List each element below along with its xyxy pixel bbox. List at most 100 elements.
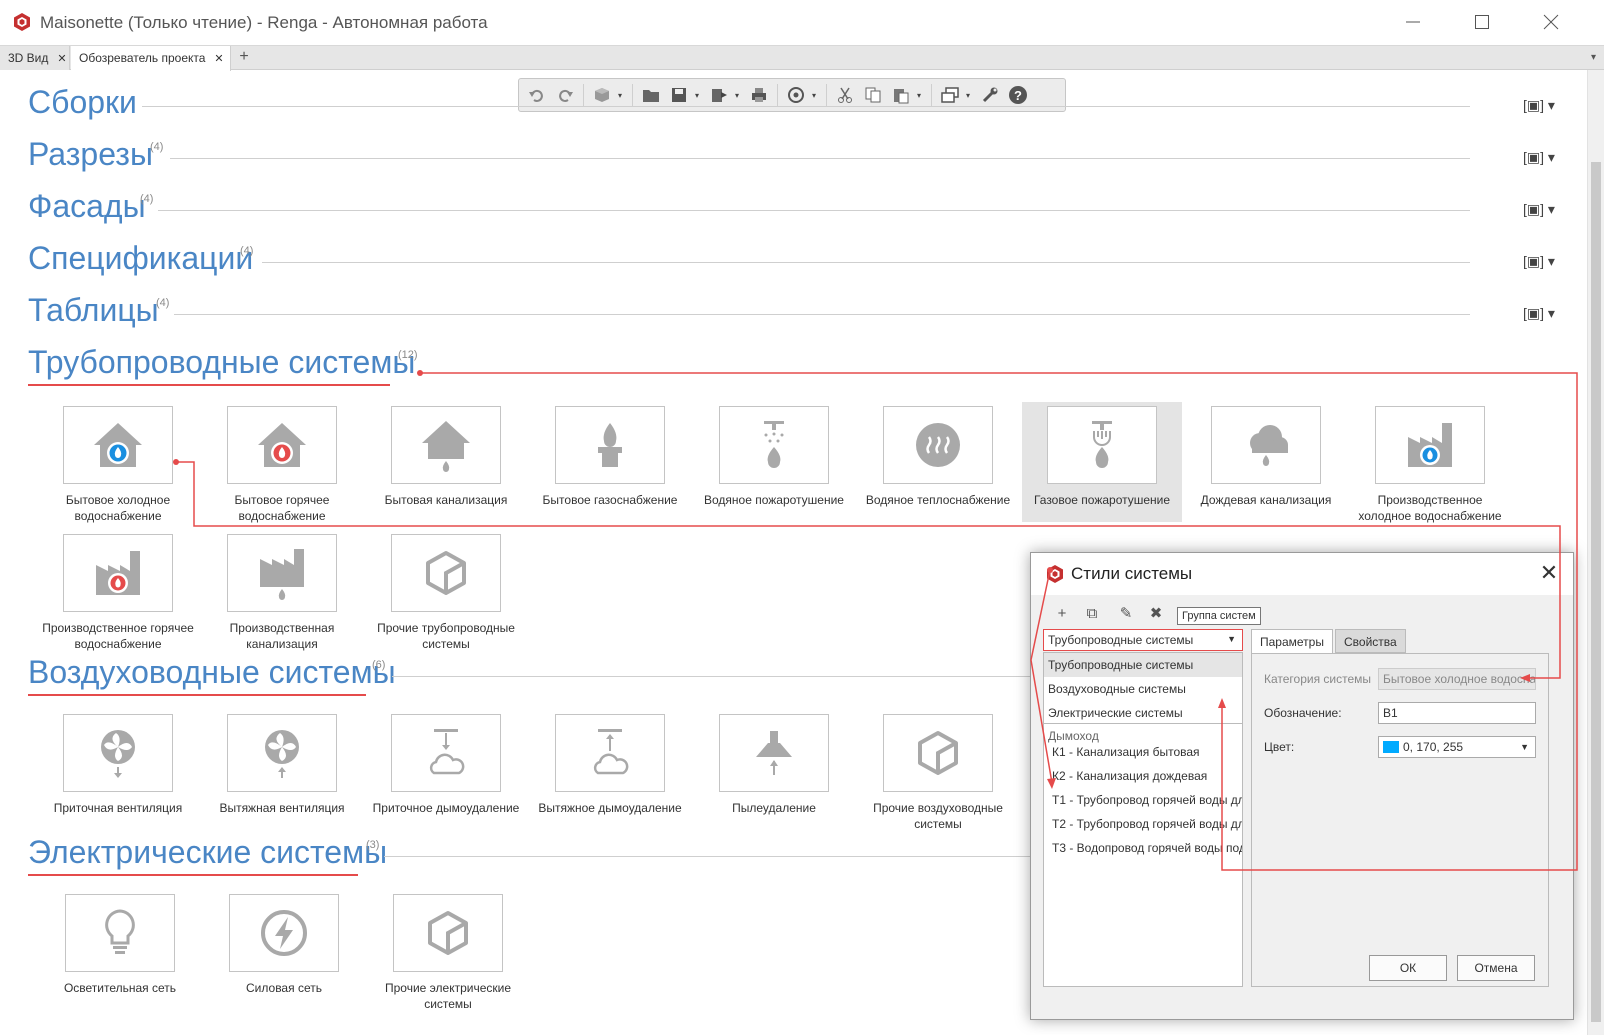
system-tile[interactable]: Бытовое горячее водоснабжение (202, 406, 362, 524)
chevron-down-icon: ▼ (1520, 742, 1529, 752)
scrollbar-thumb[interactable] (1591, 162, 1601, 1022)
system-group-dropdown[interactable]: Трубопроводные системы Воздуховодные сис… (1043, 652, 1243, 724)
system-tile[interactable]: Производственная канализация (202, 534, 362, 652)
folder-icon[interactable] (639, 83, 663, 107)
chevron-down-icon[interactable]: ▾ (618, 91, 626, 100)
tab-project-explorer[interactable]: Обозреватель проекта ✕ (71, 46, 231, 71)
system-tile[interactable]: Силовая сеть (204, 894, 364, 996)
system-label: Водяное теплоснабжение (865, 493, 1011, 507)
duplicate-style-icon[interactable]: ⧉ (1081, 603, 1103, 625)
designation-input[interactable]: В1 (1378, 702, 1536, 724)
cube-icon[interactable] (590, 83, 614, 107)
system-tile[interactable]: Приточное дымоудаление (366, 714, 526, 816)
system-tile-selected[interactable]: Газовое пожаротушение (1022, 402, 1182, 522)
tab-list-chevron-icon[interactable]: ▾ (1591, 46, 1596, 70)
system-tile[interactable]: Водяное пожаротушение (694, 406, 854, 508)
parameters-pane: Категория системы Бытовое холодное водос… (1251, 653, 1549, 987)
list-item[interactable]: Т2 - Трубопровод горячей воды для отопле… (1052, 817, 1242, 831)
section-view-toggle[interactable]: [▣] ▾ (1523, 253, 1555, 270)
system-tile[interactable]: Приточная вентиляция (38, 714, 198, 816)
system-tile[interactable]: Вытяжная вентиляция (202, 714, 362, 816)
maximize-button[interactable] (1467, 8, 1497, 36)
section-title-electric-systems[interactable]: Электрические системы (28, 834, 387, 871)
dialog-close-button[interactable]: ✕ (1537, 561, 1561, 585)
dropdown-option[interactable]: Воздуховодные системы (1044, 677, 1242, 701)
vertical-scrollbar[interactable] (1587, 70, 1604, 1035)
system-tile[interactable]: Бытовое холодное водоснабжение (38, 406, 198, 524)
system-tile[interactable]: Осветительная сеть (40, 894, 200, 996)
print-icon[interactable] (747, 83, 771, 107)
redo-icon[interactable] (553, 83, 577, 107)
minimize-button[interactable] (1398, 8, 1428, 36)
sprinkler-icon (764, 421, 784, 468)
color-select[interactable]: 0, 170, 255 ▼ (1378, 736, 1536, 758)
system-tile[interactable]: Пылеудаление (694, 714, 854, 816)
tab-properties[interactable]: Свойства (1335, 629, 1406, 653)
add-tab-button[interactable]: + (236, 46, 252, 70)
chevron-down-icon[interactable]: ▾ (812, 91, 820, 100)
close-button[interactable] (1536, 8, 1566, 36)
chevron-down-icon[interactable]: ▾ (695, 91, 703, 100)
system-label: Прочие электрические системы (384, 981, 512, 1011)
chevron-down-icon[interactable]: ▾ (735, 91, 743, 100)
section-title-sections[interactable]: Разрезы (28, 136, 153, 173)
export-icon[interactable] (707, 83, 731, 107)
highlight-underline (28, 874, 358, 876)
section-view-toggle[interactable]: [▣] ▾ (1523, 201, 1555, 218)
system-label: Производственное холодное водоснабжение (1358, 493, 1502, 523)
system-tile[interactable]: Водяное теплоснабжение (858, 406, 1018, 508)
sync-icon[interactable] (784, 83, 808, 107)
chevron-down-icon[interactable]: ▾ (966, 91, 974, 100)
delete-style-icon[interactable]: ✖ (1145, 603, 1167, 625)
section-title-assemblies[interactable]: Сборки (28, 84, 137, 121)
save-icon[interactable] (667, 83, 691, 107)
help-icon[interactable]: ? (1006, 83, 1030, 107)
list-item[interactable]: Т1 - Трубопровод горячей воды для отопле… (1052, 793, 1242, 807)
system-group-select[interactable]: Трубопроводные системы ▼ (1043, 629, 1243, 651)
system-styles-dialog: Стили системы ✕ + ⧉ ✎ ✖ Группа систем Ды… (1030, 552, 1574, 1020)
system-tile[interactable]: Бытовое газоснабжение (530, 406, 690, 508)
list-item[interactable]: Т3 - Водопровод горячей воды подающий (1052, 841, 1242, 855)
list-item[interactable]: Дымоход (1048, 729, 1099, 743)
paste-icon[interactable] (889, 83, 913, 107)
system-tile[interactable]: Производственное горячее водоснабжение (38, 534, 198, 652)
bulb-icon (105, 909, 135, 954)
tab-parameters[interactable]: Параметры (1251, 629, 1333, 654)
system-tile[interactable]: Прочие электрические системы (368, 894, 528, 1012)
section-view-toggle[interactable]: [▣] ▾ (1523, 305, 1555, 322)
windows-icon[interactable] (938, 83, 962, 107)
cut-icon[interactable] (833, 83, 857, 107)
section-title-facades[interactable]: Фасады (28, 188, 146, 225)
system-tile[interactable]: Прочие трубопроводные системы (366, 534, 526, 652)
section-title-specifications[interactable]: Спецификации (28, 240, 253, 277)
section-title-pipe-systems[interactable]: Трубопроводные системы (28, 344, 415, 381)
system-tile[interactable]: Прочие воздуховодные системы (858, 714, 1018, 832)
dropdown-option[interactable]: Трубопроводные системы (1044, 653, 1242, 677)
settings-icon[interactable] (978, 83, 1002, 107)
cancel-button[interactable]: Отмена (1457, 955, 1535, 981)
ok-button[interactable]: ОК (1369, 955, 1447, 981)
copy-icon[interactable] (861, 83, 885, 107)
section-title-tables[interactable]: Таблицы (28, 292, 159, 329)
system-tile[interactable]: Бытовая канализация (366, 406, 526, 508)
edit-style-icon[interactable]: ✎ (1115, 603, 1137, 625)
system-label: Вытяжное дымоудаление (538, 801, 682, 815)
list-item[interactable]: К2 - Канализация дождевая (1052, 769, 1207, 783)
add-style-icon[interactable]: + (1051, 603, 1073, 625)
list-item[interactable]: К1 - Канализация бытовая (1052, 745, 1200, 759)
system-tile[interactable]: Производственное холодное водоснабжение (1350, 406, 1510, 524)
system-tile[interactable]: Дождевая канализация (1186, 406, 1346, 508)
chevron-down-icon[interactable]: ▾ (917, 91, 925, 100)
section-view-toggle[interactable]: [▣] ▾ (1523, 149, 1555, 166)
section-count: (4) (240, 245, 254, 257)
undo-icon[interactable] (525, 83, 549, 107)
section-title-air-systems[interactable]: Воздуховодные системы (28, 654, 396, 691)
system-tile[interactable]: Вытяжное дымоудаление (530, 714, 690, 816)
section-view-toggle[interactable]: [▣] ▾ (1523, 97, 1555, 114)
system-label: Дождевая канализация (1200, 493, 1332, 507)
system-label: Производственная канализация (229, 621, 335, 651)
tab-close-icon[interactable]: ✕ (57, 53, 66, 65)
dropdown-option[interactable]: Электрические системы (1044, 701, 1242, 725)
tab-close-icon[interactable]: ✕ (214, 53, 223, 65)
tab-3d-view[interactable]: 3D Вид ✕ (0, 46, 70, 70)
